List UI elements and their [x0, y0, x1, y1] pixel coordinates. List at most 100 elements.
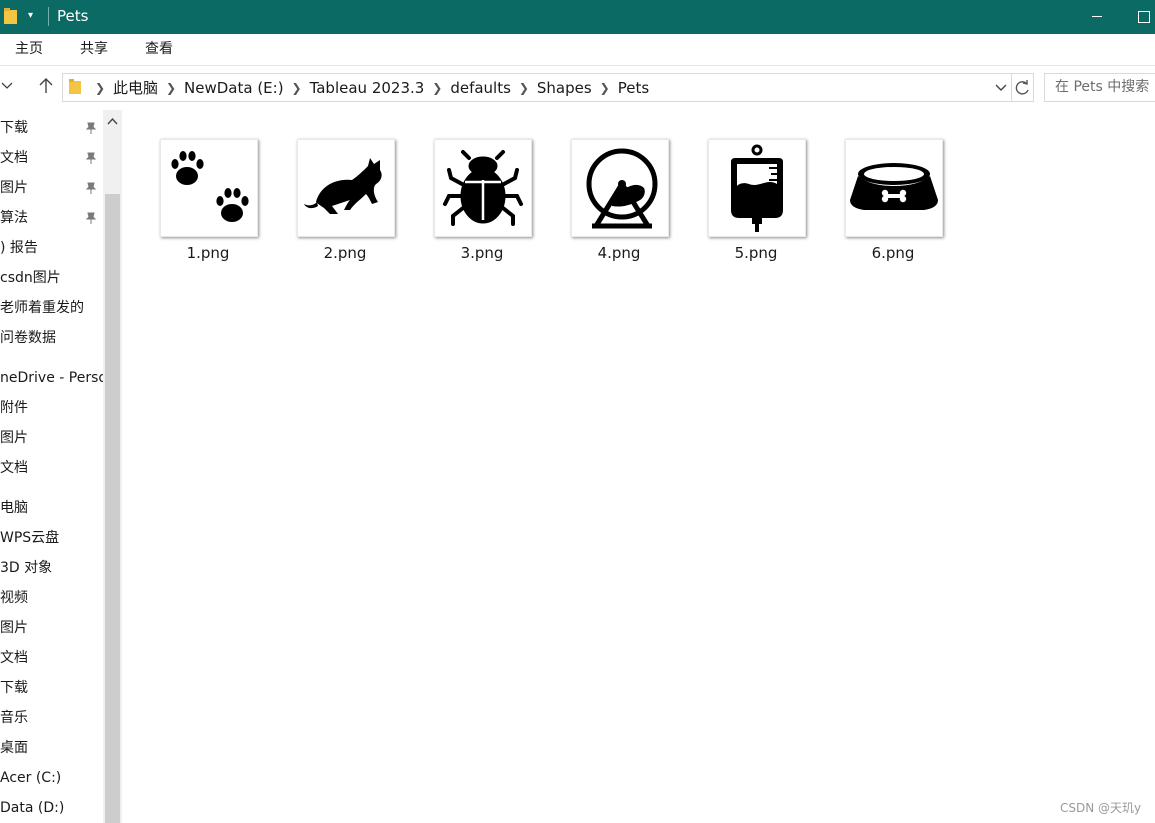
file-name: 4.png [597, 244, 641, 262]
nav-item[interactable]: ) 报告 [0, 233, 103, 263]
file-thumbnail [571, 139, 669, 237]
nav-item-label: 附件 [0, 400, 28, 416]
nav-item[interactable]: 问卷数据 [0, 323, 103, 353]
file-thumbnail [845, 139, 943, 237]
address-bar[interactable]: ❯ 此电脑 ❯ NewData (E:) ❯ Tableau 2023.3 ❯ … [62, 73, 1012, 102]
file-thumbnail [708, 139, 806, 237]
breadcrumb-shapes[interactable]: Shapes [537, 79, 592, 97]
nav-item-label: 图片 [0, 180, 28, 196]
nav-item-label: 老师着重发的 [0, 300, 84, 316]
file-thumbnail [297, 139, 395, 237]
nav-item[interactable]: 视频 [0, 583, 103, 613]
nav-item[interactable]: 3D 对象 [0, 553, 103, 583]
nav-item[interactable]: 音乐 [0, 703, 103, 733]
file-thumbnail [434, 139, 532, 237]
nav-item[interactable]: 文档 [0, 643, 103, 673]
chevron-right-icon[interactable]: ❯ [284, 81, 310, 95]
nav-item-this-pc[interactable]: 电脑 [0, 493, 103, 523]
nav-item-onedrive[interactable]: neDrive - Perso [0, 363, 103, 393]
breadcrumb-newdata[interactable]: NewData (E:) [184, 79, 284, 97]
address-row: ❯ 此电脑 ❯ NewData (E:) ❯ Tableau 2023.3 ❯ … [0, 66, 1155, 108]
nav-item[interactable]: 图片 [0, 173, 103, 203]
nav-item[interactable]: Acer (C:) [0, 763, 103, 793]
tab-view[interactable]: 查看 [145, 34, 173, 65]
nav-item-label: 电脑 [0, 500, 28, 516]
file-name: 1.png [186, 244, 230, 262]
file-item[interactable]: 1.png [142, 110, 262, 262]
file-item[interactable]: 5.png [690, 110, 810, 262]
iv-bag-icon [731, 144, 783, 232]
nav-item-label: 图片 [0, 430, 28, 446]
nav-item-label: 下载 [0, 120, 28, 136]
nav-item[interactable]: 老师着重发的 [0, 293, 103, 323]
tab-home[interactable]: 主页 [15, 34, 43, 65]
pin-icon [85, 152, 97, 164]
paws-icon [171, 151, 249, 222]
nav-item[interactable]: WPS云盘 [0, 523, 103, 553]
nav-item-label: 文档 [0, 460, 28, 476]
nav-item-label: neDrive - Perso [0, 370, 103, 386]
title-separator [48, 7, 49, 26]
nav-item[interactable]: 桌面 [0, 733, 103, 763]
nav-item[interactable]: csdn图片 [0, 263, 103, 293]
nav-item[interactable]: 文档 [0, 143, 103, 173]
nav-item[interactable]: 下载 [0, 113, 103, 143]
pin-icon [85, 182, 97, 194]
nav-item[interactable]: 图片 [0, 613, 103, 643]
breadcrumb-pets[interactable]: Pets [618, 79, 649, 97]
chevron-right-icon[interactable]: ❯ [87, 81, 113, 95]
nav-scrollbar[interactable] [103, 110, 122, 823]
nav-item[interactable]: 图片 [0, 423, 103, 453]
nav-item-label: 文档 [0, 650, 28, 666]
nav-item-label: 图片 [0, 620, 28, 636]
tab-share[interactable]: 共享 [80, 34, 108, 65]
nav-item-label: ) 报告 [0, 240, 38, 256]
chevron-right-icon[interactable]: ❯ [511, 81, 537, 95]
nav-item[interactable]: Data (D:) [0, 793, 103, 823]
scrollbar-thumb[interactable] [105, 194, 120, 823]
maximize-button[interactable] [1138, 11, 1150, 23]
file-name: 6.png [871, 244, 915, 262]
nav-item[interactable]: 算法 [0, 203, 103, 233]
up-arrow-icon[interactable] [36, 75, 56, 97]
nav-item[interactable]: 文档 [0, 453, 103, 483]
search-box[interactable]: 在 Pets 中搜索 [1044, 73, 1155, 102]
chevron-right-icon[interactable]: ❯ [424, 81, 450, 95]
nav-item[interactable]: 下载 [0, 673, 103, 703]
cat-icon [304, 158, 382, 214]
nav-item-label: 3D 对象 [0, 560, 53, 576]
file-name: 3.png [460, 244, 504, 262]
nav-item-label: 问卷数据 [0, 330, 56, 346]
chevron-right-icon[interactable]: ❯ [158, 81, 184, 95]
chevron-right-icon[interactable]: ❯ [592, 81, 618, 95]
file-item[interactable]: 2.png [279, 110, 399, 262]
file-thumbnail [160, 139, 258, 237]
recent-locations-chevron-icon[interactable] [0, 75, 14, 97]
nav-item-label: 算法 [0, 210, 28, 226]
nav-item-label: Acer (C:) [0, 770, 62, 786]
nav-item-label: 下载 [0, 680, 28, 696]
file-item[interactable]: 4.png [553, 110, 673, 262]
chevron-down-icon[interactable] [993, 79, 1009, 95]
title-bar: ▾ Pets [0, 0, 1155, 34]
refresh-icon[interactable] [1012, 73, 1034, 102]
breadcrumb-tableau[interactable]: Tableau 2023.3 [310, 79, 425, 97]
breadcrumb-this-pc[interactable]: 此电脑 [113, 77, 158, 98]
nav-item[interactable]: 附件 [0, 393, 103, 423]
folder-icon [69, 79, 81, 94]
folder-icon [4, 8, 17, 24]
scroll-up-arrow-icon[interactable] [103, 114, 122, 130]
breadcrumb: ❯ 此电脑 ❯ NewData (E:) ❯ Tableau 2023.3 ❯ … [87, 74, 649, 101]
nav-item-label: 文档 [0, 150, 28, 166]
minimize-button[interactable] [1090, 0, 1106, 34]
watermark: CSDN @天玑y [1060, 801, 1142, 815]
file-item[interactable]: 6.png [827, 110, 947, 262]
beetle-icon [443, 150, 523, 226]
navigation-pane: 下载 文档 图片 算法 ) 报告 csdn图片 老师着重发的 问卷数据 neDr… [0, 110, 103, 823]
quick-access-dropdown-icon[interactable]: ▾ [28, 8, 40, 24]
file-name: 5.png [734, 244, 778, 262]
file-item[interactable]: 3.png [416, 110, 536, 262]
window-title: Pets [57, 7, 89, 25]
file-list: 1.png 2.png 3.png 4.png 5.png 6.png [122, 110, 1155, 823]
breadcrumb-defaults[interactable]: defaults [450, 79, 511, 97]
